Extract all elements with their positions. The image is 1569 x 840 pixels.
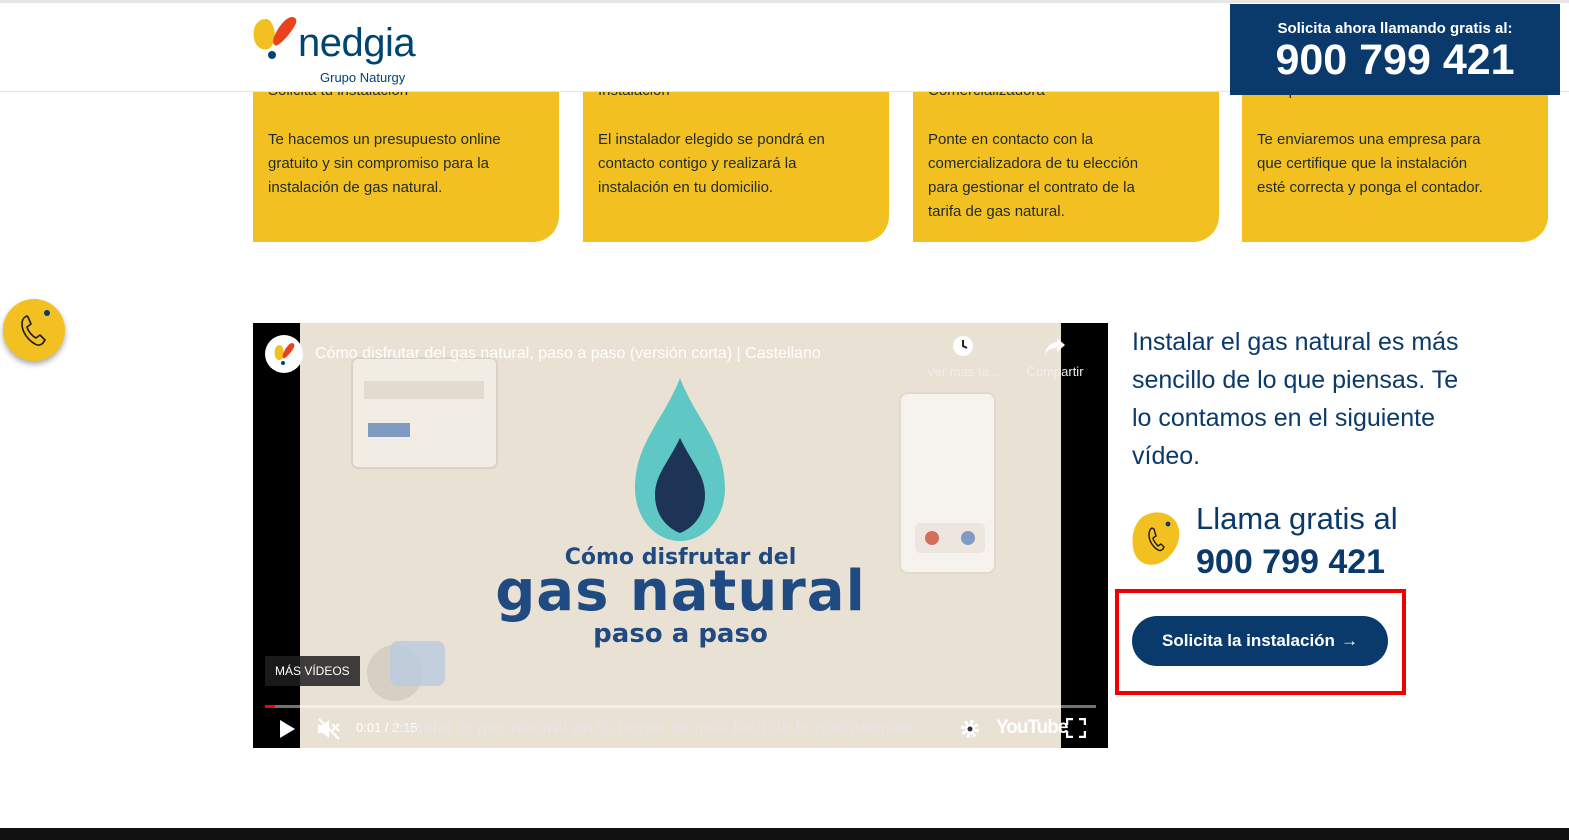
request-installation-button[interactable]: Solicita la instalación →: [1132, 616, 1388, 666]
phone-icon: [21, 310, 50, 346]
muted-volume-icon[interactable]: [316, 717, 342, 741]
watch-later-button[interactable]: Ver más ta...: [918, 335, 1008, 379]
video-frame: [300, 323, 1061, 748]
floating-call-button[interactable]: [3, 299, 65, 361]
fullscreen-icon[interactable]: [1066, 718, 1086, 738]
header-call-box[interactable]: Solicita ahora llamando gratis al: 900 7…: [1230, 4, 1560, 95]
page: Solicita tu instalación Te hacemos un pr…: [0, 0, 1569, 840]
video-caption: Instalar el gas natural en tu hogar es m…: [393, 718, 914, 737]
youtube-video-player[interactable]: Cómo disfrutar del gas natural, paso a p…: [253, 323, 1108, 748]
header-call-number[interactable]: 900 799 421: [1230, 36, 1560, 85]
logo-mark-icon: [253, 17, 297, 59]
step-text: Ponte en contacto con la comercializador…: [928, 131, 1139, 220]
video-progress-bar[interactable]: [265, 705, 1096, 708]
phone-bubble-icon: [1132, 512, 1180, 565]
video-headline-bottom: paso a paso: [593, 619, 768, 649]
channel-avatar[interactable]: [265, 335, 303, 373]
video-illustration: [351, 357, 996, 701]
play-icon[interactable]: [277, 718, 297, 740]
video-headline-main: gas natural: [495, 559, 866, 624]
video-title[interactable]: Cómo disfrutar del gas natural, paso a p…: [315, 345, 821, 363]
youtube-logo[interactable]: YouTube: [996, 717, 1068, 739]
watch-later-label: Ver más ta...: [926, 364, 1000, 379]
share-icon: [1045, 338, 1065, 355]
step-text: El instalador elegido se pondrá en conta…: [598, 131, 825, 196]
call-free-label: Llama gratis al: [1196, 501, 1398, 536]
logo-subtitle: Grupo Naturgy: [320, 70, 406, 85]
more-videos-button[interactable]: MÁS VÍDEOS: [265, 656, 360, 686]
intro-text: Instalar el gas natural es más sencillo …: [1132, 328, 1459, 470]
footer-bar: [0, 828, 1569, 840]
video-progress-fill: [265, 705, 275, 708]
arrow-right-icon: →: [1340, 631, 1358, 650]
clock-icon: [953, 336, 973, 356]
step-text: Te hacemos un presupuesto online gratuit…: [268, 131, 501, 196]
logo-name: nedgia: [298, 21, 416, 65]
site-header: nedgia Grupo Naturgy Solicita ahora llam…: [0, 0, 1569, 95]
call-free-number[interactable]: 900 799 421: [1196, 543, 1385, 582]
channel-logo-icon: [274, 343, 295, 365]
share-button[interactable]: Compartir: [1010, 335, 1100, 379]
nedgia-logo[interactable]: nedgia Grupo Naturgy: [252, 13, 422, 88]
header-call-label: Solicita ahora llamando gratis al:: [1277, 20, 1513, 37]
request-installation-label: Solicita la instalación: [1162, 631, 1335, 650]
step-text: Te enviaremos una empresa para que certi…: [1257, 131, 1483, 196]
settings-gear-icon[interactable]: [959, 718, 981, 740]
share-label: Compartir: [1026, 364, 1084, 379]
